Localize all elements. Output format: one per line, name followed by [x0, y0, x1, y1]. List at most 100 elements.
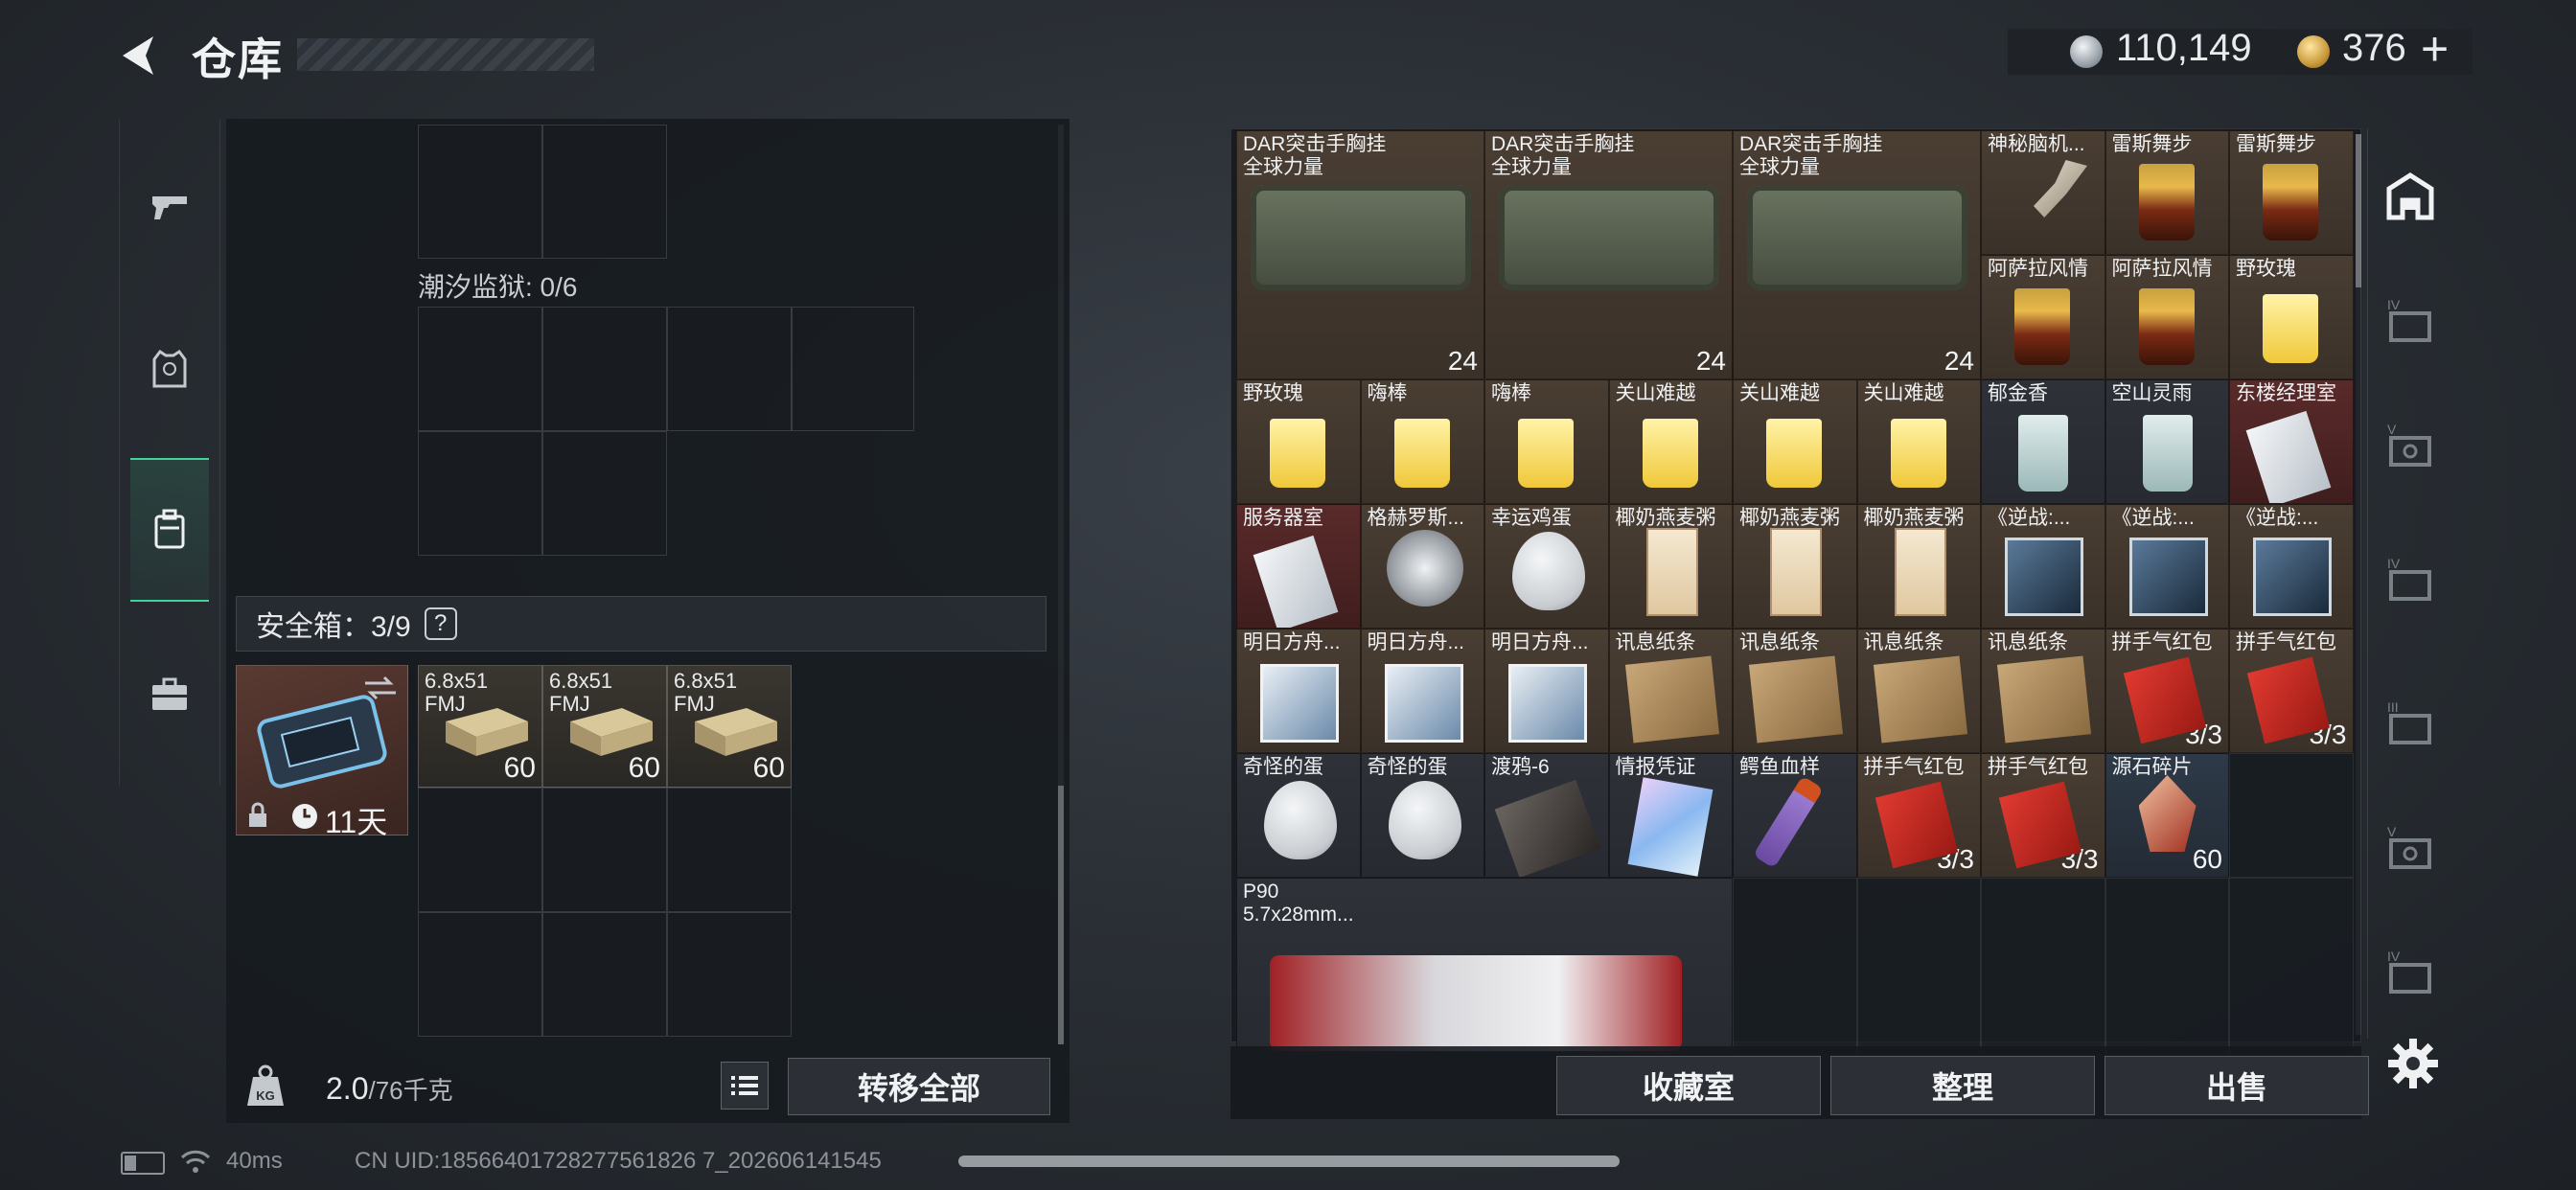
warehouse-item[interactable]: 渡鸦-6: [1484, 753, 1609, 878]
warehouse-item[interactable]: 嗨棒: [1360, 379, 1484, 504]
warehouse-item[interactable]: 明日方舟...: [1236, 629, 1361, 753]
cocktail-item[interactable]: 阿萨拉风情: [2104, 255, 2229, 379]
warehouse-item[interactable]: 格赫罗斯...: [1360, 504, 1484, 629]
warehouse-item[interactable]: 拼手气红包 3/3: [1981, 753, 2105, 878]
p90-weapon-item[interactable]: P90 5.7x28mm...: [1236, 878, 1733, 1056]
empty-slot[interactable]: [2104, 878, 2229, 1056]
warehouse-item[interactable]: 幸运鸡蛋: [1484, 504, 1609, 629]
warehouse-item[interactable]: 服务器室: [1236, 504, 1361, 629]
rail-item-tier-v-b[interactable]: V: [2367, 786, 2453, 910]
warehouse-item[interactable]: 椰奶燕麦粥: [1733, 504, 1857, 629]
cocktail-item[interactable]: 野玫瑰: [2229, 255, 2354, 379]
warehouse-item[interactable]: 《逆战:...: [2104, 504, 2229, 629]
warehouse-item[interactable]: 拼手气红包 3/3: [2104, 629, 2229, 753]
sell-button[interactable]: 出售: [2104, 1056, 2369, 1115]
item-name: DAR突击手胸挂 全球力量: [1739, 133, 1883, 178]
ark-card-icon: [1508, 664, 1587, 743]
grid-cell[interactable]: [418, 431, 542, 556]
warehouse-item[interactable]: 明日方舟...: [1360, 629, 1484, 753]
rail-item-tier-iv-c[interactable]: IV: [2367, 910, 2453, 1035]
right-scrollbar-thumb[interactable]: [2356, 134, 2361, 287]
grid-cell[interactable]: [542, 307, 667, 431]
warehouse-item[interactable]: 讯息纸条: [1608, 629, 1733, 753]
warehouse-item[interactable]: 东楼经理室: [2229, 379, 2354, 504]
warehouse-item[interactable]: 奇怪的蛋: [1236, 753, 1361, 878]
rail-item-home[interactable]: [2367, 134, 2453, 259]
safe-box-item[interactable]: 11天: [236, 665, 408, 839]
ammo-item[interactable]: 6.8x51 FMJ 60: [667, 665, 792, 788]
warehouse-item[interactable]: 奇怪的蛋: [1360, 753, 1484, 878]
transfer-all-button[interactable]: 转移全部: [788, 1058, 1050, 1115]
swap-icon[interactable]: [361, 674, 400, 702]
back-button[interactable]: [115, 31, 165, 80]
ammo-item[interactable]: 6.8x51 FMJ 60: [542, 665, 667, 788]
empty-slot[interactable]: [2229, 878, 2354, 1056]
settings-gear-icon[interactable]: [2386, 1037, 2440, 1090]
warehouse-item[interactable]: 关山难越: [1856, 379, 1981, 504]
warehouse-item[interactable]: 椰奶燕麦粥: [1608, 504, 1733, 629]
rail-item-weapons[interactable]: [119, 134, 220, 278]
tactical-vest-item[interactable]: DAR突击手胸挂 全球力量 24: [1733, 130, 1981, 379]
warehouse-item[interactable]: 讯息纸条: [1856, 629, 1981, 753]
ark-card-icon: [1384, 664, 1463, 743]
grid-cell[interactable]: [667, 307, 792, 431]
warehouse-item[interactable]: 《逆战:...: [2229, 504, 2354, 629]
empty-slot[interactable]: [1733, 878, 1857, 1056]
warehouse-item[interactable]: 野玫瑰: [1236, 379, 1361, 504]
warehouse-item[interactable]: 讯息纸条: [1981, 629, 2105, 753]
grid-cell[interactable]: [542, 125, 667, 259]
rail-item-backpack[interactable]: [130, 458, 209, 602]
rail-item-vest[interactable]: [119, 297, 220, 441]
cocktail-item[interactable]: 雷斯舞步: [2229, 130, 2354, 255]
brain-machine-item[interactable]: 神秘脑机...: [1981, 130, 2105, 255]
empty-slot[interactable]: [1981, 878, 2105, 1056]
cocktail-item[interactable]: 阿萨拉风情: [1981, 255, 2105, 379]
grid-cell[interactable]: [542, 788, 667, 912]
grid-cell[interactable]: [542, 912, 667, 1037]
grid-cell[interactable]: [418, 125, 542, 259]
add-currency-button[interactable]: +: [2421, 21, 2459, 76]
rail-item-tier-iv-b[interactable]: IV: [2367, 517, 2453, 642]
warehouse-item[interactable]: 嗨棒: [1484, 379, 1609, 504]
warehouse-item[interactable]: 椰奶燕麦粥: [1856, 504, 1981, 629]
grid-cell[interactable]: [792, 307, 914, 431]
cocktail-item[interactable]: 雷斯舞步: [2104, 130, 2229, 255]
collection-room-button[interactable]: 收藏室: [1556, 1056, 1821, 1115]
empty-slot[interactable]: [2229, 753, 2354, 878]
warehouse-item[interactable]: 《逆战:...: [1981, 504, 2105, 629]
grid-cell[interactable]: [418, 307, 542, 431]
grid-cell[interactable]: [418, 788, 542, 912]
warehouse-item[interactable]: 空山灵雨: [2104, 379, 2229, 504]
warehouse-item[interactable]: 鳄鱼血样: [1733, 753, 1857, 878]
grid-cell[interactable]: [542, 431, 667, 556]
grid-cell[interactable]: [667, 788, 792, 912]
list-view-button[interactable]: [721, 1062, 769, 1110]
warehouse-item[interactable]: 情报凭证: [1608, 753, 1733, 878]
warehouse-item[interactable]: 关山难越: [1733, 379, 1857, 504]
empty-slot[interactable]: [1856, 878, 1981, 1056]
warehouse-item[interactable]: 拼手气红包 3/3: [1856, 753, 1981, 878]
warehouse-item[interactable]: 郁金香: [1981, 379, 2105, 504]
warehouse-item[interactable]: 拼手气红包 3/3: [2229, 629, 2354, 753]
help-button[interactable]: ?: [424, 607, 457, 640]
svg-text:IV: IV: [2387, 949, 2401, 964]
warehouse-item[interactable]: 源石碎片 60: [2104, 753, 2229, 878]
tactical-vest-item[interactable]: DAR突击手胸挂 全球力量 24: [1236, 130, 1484, 379]
rail-item-tier-v[interactable]: V: [2367, 383, 2453, 508]
ammo-item[interactable]: 6.8x51 FMJ 60: [418, 665, 542, 788]
artbook-icon: [2128, 538, 2208, 616]
warehouse-item[interactable]: 讯息纸条: [1733, 629, 1857, 753]
grid-cell[interactable]: [418, 912, 542, 1037]
rail-item-case[interactable]: [119, 623, 220, 767]
left-scrollbar-thumb[interactable]: [1058, 786, 1064, 1044]
rail-item-tier-iv[interactable]: IV: [2367, 259, 2453, 383]
home-indicator[interactable]: [958, 1156, 1620, 1167]
rail-item-tier-iii[interactable]: III: [2367, 661, 2453, 786]
warehouse-item[interactable]: 明日方舟...: [1484, 629, 1609, 753]
cocktail-icon: [2138, 288, 2195, 365]
tactical-vest-item[interactable]: DAR突击手胸挂 全球力量 24: [1484, 130, 1733, 379]
warehouse-item[interactable]: 关山难越: [1608, 379, 1733, 504]
grid-cell[interactable]: [667, 912, 792, 1037]
sort-button[interactable]: 整理: [1830, 1056, 2095, 1115]
module-icon: [1494, 779, 1601, 877]
